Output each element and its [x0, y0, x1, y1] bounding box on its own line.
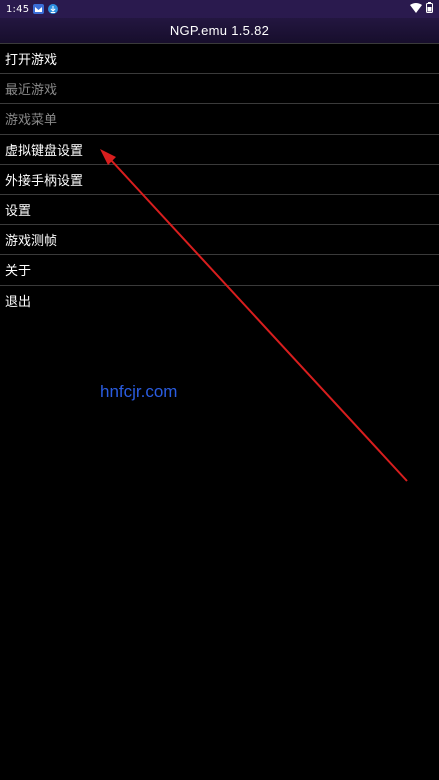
menu-item-open-game[interactable]: 打开游戏 [0, 43, 439, 73]
menu-item-label: 游戏测帧 [5, 234, 58, 250]
menu-item-label: 设置 [5, 204, 32, 220]
menu-item-gamepad-settings[interactable]: 外接手柄设置 [0, 163, 439, 194]
status-left: 1:45 [6, 3, 59, 15]
menu-item-label: 打开游戏 [5, 53, 58, 69]
menu-item-virtual-keyboard-settings[interactable]: 虚拟键盘设置 [0, 133, 439, 164]
app-bar: NGP.emu 1.5.82 [0, 18, 439, 43]
app-title: NGP.emu 1.5.82 [169, 23, 270, 38]
menu-item-exit[interactable]: 退出 [0, 284, 439, 315]
notification-app-icon [33, 4, 45, 14]
wifi-icon [410, 2, 422, 16]
main-menu: 打开游戏 最近游戏 游戏菜单 虚拟键盘设置 外接手柄设置 设置 游戏测帧 关于 … [0, 43, 439, 315]
screen: 1:45 NGP.emu 1.5.82 打开游戏 最近游戏 游戏菜单 虚拟键盘设… [0, 0, 439, 780]
menu-item-frame-test[interactable]: 游戏测帧 [0, 224, 439, 254]
menu-item-recent-games: 最近游戏 [0, 73, 439, 103]
status-right [410, 2, 433, 16]
menu-item-label: 退出 [5, 294, 32, 310]
menu-item-label: 游戏菜单 [5, 113, 58, 129]
battery-icon [426, 2, 433, 16]
download-icon [48, 4, 59, 14]
status-time: 1:45 [6, 3, 30, 15]
menu-item-game-menu: 游戏菜单 [0, 103, 439, 133]
menu-item-settings[interactable]: 设置 [0, 193, 439, 224]
menu-item-label: 外接手柄设置 [5, 173, 84, 189]
menu-item-label: 最近游戏 [5, 83, 58, 99]
watermark: hnfcjr.com [100, 382, 178, 401]
menu-item-label: 关于 [5, 264, 32, 280]
menu-item-label: 虚拟键盘设置 [5, 143, 84, 159]
menu-item-about[interactable]: 关于 [0, 254, 439, 284]
status-bar: 1:45 [0, 0, 439, 18]
